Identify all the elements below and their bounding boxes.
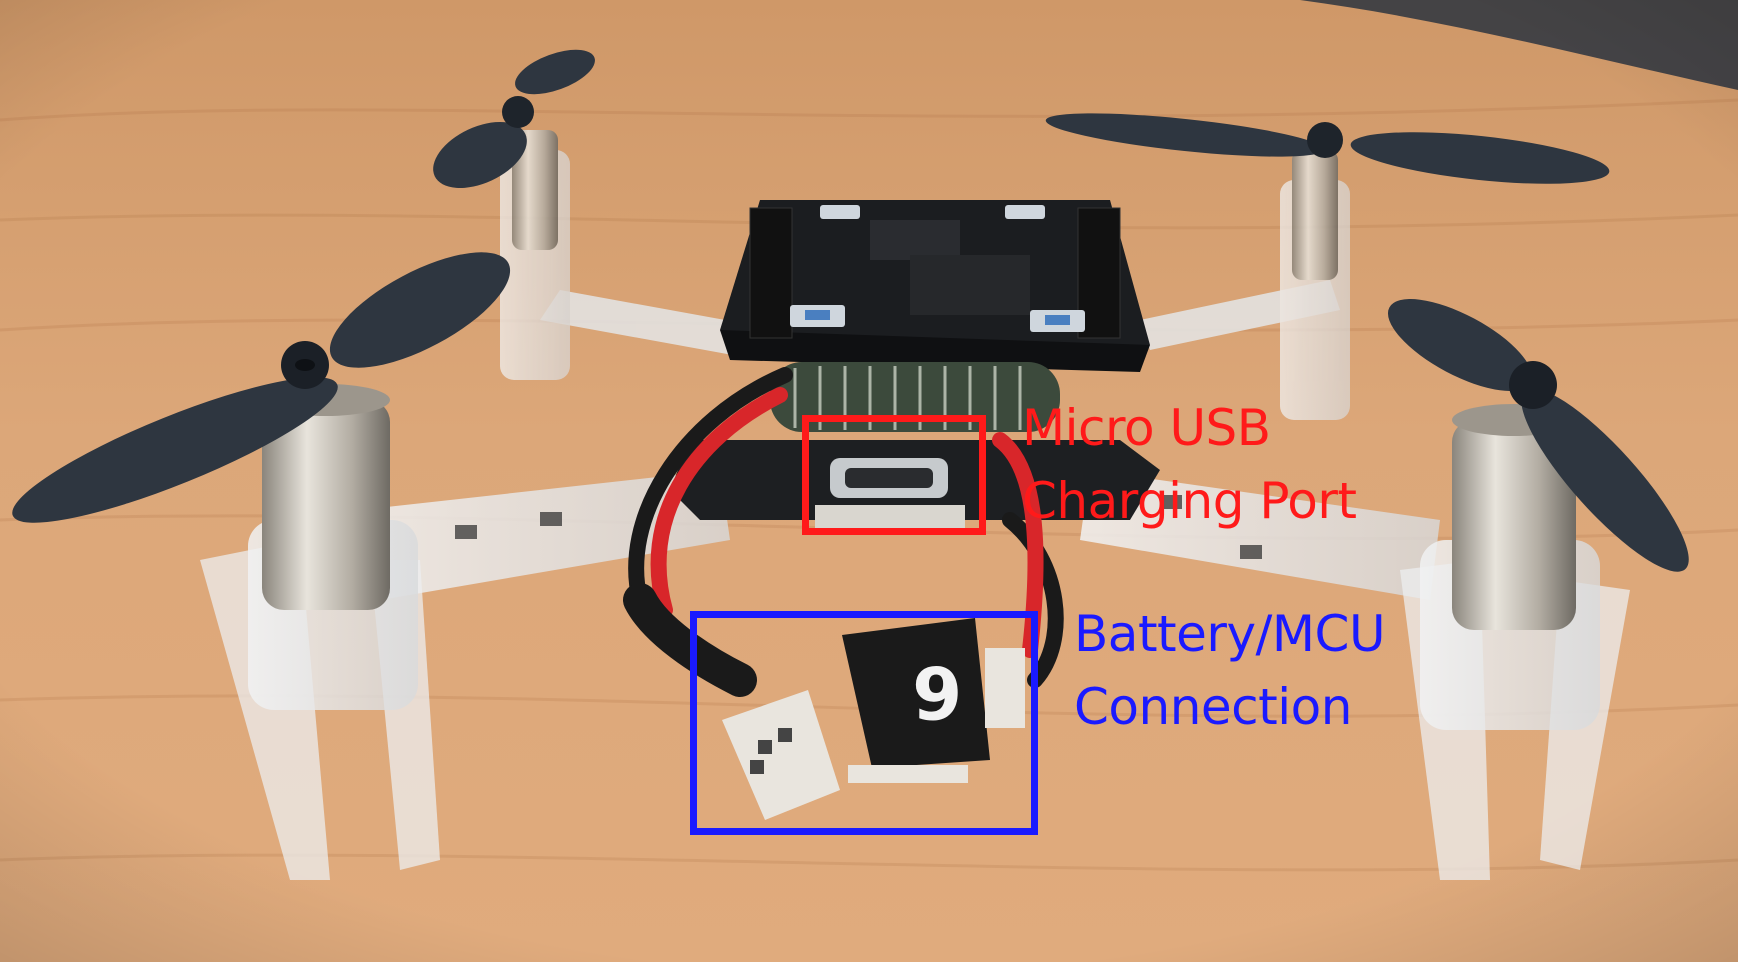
battery-connection-highlight-box (690, 611, 1038, 835)
usb-port-annotation-line-1: Micro USB (1022, 399, 1271, 457)
usb-port-annotation: Micro USB Charging Port (1022, 392, 1357, 538)
photo-scene: 6 Micro USB Charging Port Battery/MCU Co… (0, 0, 1738, 962)
battery-connection-annotation: Battery/MCU Connection (1074, 598, 1386, 744)
battery-connection-annotation-line-2: Connection (1074, 678, 1352, 736)
usb-port-highlight-box (802, 415, 986, 535)
battery-connection-annotation-line-1: Battery/MCU (1074, 605, 1386, 663)
usb-port-annotation-line-2: Charging Port (1022, 472, 1357, 530)
